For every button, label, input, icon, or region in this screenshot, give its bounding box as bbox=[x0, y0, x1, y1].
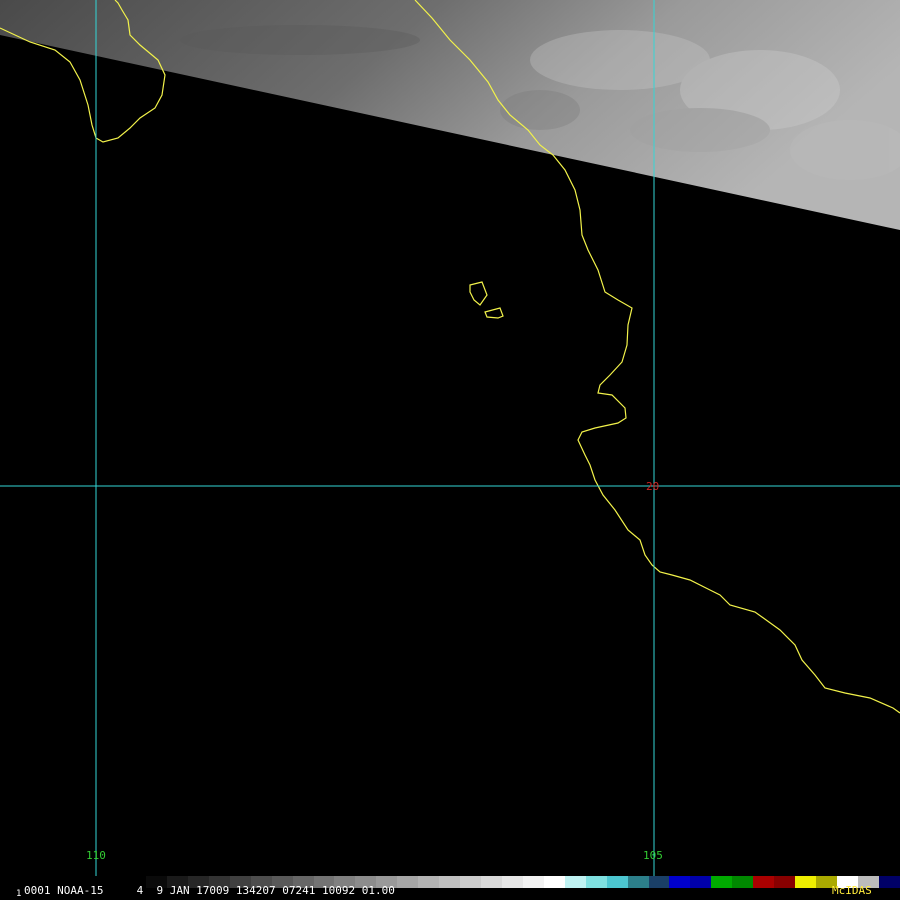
image-info-line: 0001 NOAA-15 4 9 JAN 17009 134207 07241 … bbox=[24, 884, 395, 897]
colorbar-swatch bbox=[418, 876, 440, 888]
mcidas-brand: McIDAS bbox=[832, 884, 872, 897]
colorbar-swatch bbox=[543, 876, 565, 888]
colorbar-swatch bbox=[627, 876, 649, 888]
lat-20-label: 20 bbox=[646, 480, 659, 493]
colorbar-swatch bbox=[795, 876, 816, 888]
colorbar-swatch bbox=[878, 876, 900, 888]
colorbar-swatch bbox=[753, 876, 775, 888]
satellite-map: 110 105 20 bbox=[0, 0, 900, 900]
lon-105-label: 105 bbox=[643, 849, 663, 862]
colorbar-swatch bbox=[397, 876, 419, 888]
colorbar-swatch bbox=[732, 876, 754, 888]
colorbar-swatch bbox=[648, 876, 670, 888]
colorbar-swatch bbox=[711, 876, 733, 888]
colorbar-swatch bbox=[606, 876, 628, 888]
colorbar-swatch bbox=[564, 876, 586, 888]
colorbar-swatch bbox=[669, 876, 691, 888]
colorbar-swatch bbox=[522, 876, 544, 888]
colorbar-swatch bbox=[460, 876, 481, 888]
lon-110-label: 110 bbox=[86, 849, 106, 862]
colorbar-swatch bbox=[690, 876, 712, 888]
colorbar-swatch bbox=[439, 876, 461, 888]
colorbar-swatch bbox=[585, 876, 607, 888]
colorbar-swatch bbox=[774, 876, 796, 888]
colorbar-swatch bbox=[501, 876, 523, 888]
colorbar-swatch bbox=[481, 876, 502, 888]
frame-prefix: 1 bbox=[16, 889, 22, 899]
